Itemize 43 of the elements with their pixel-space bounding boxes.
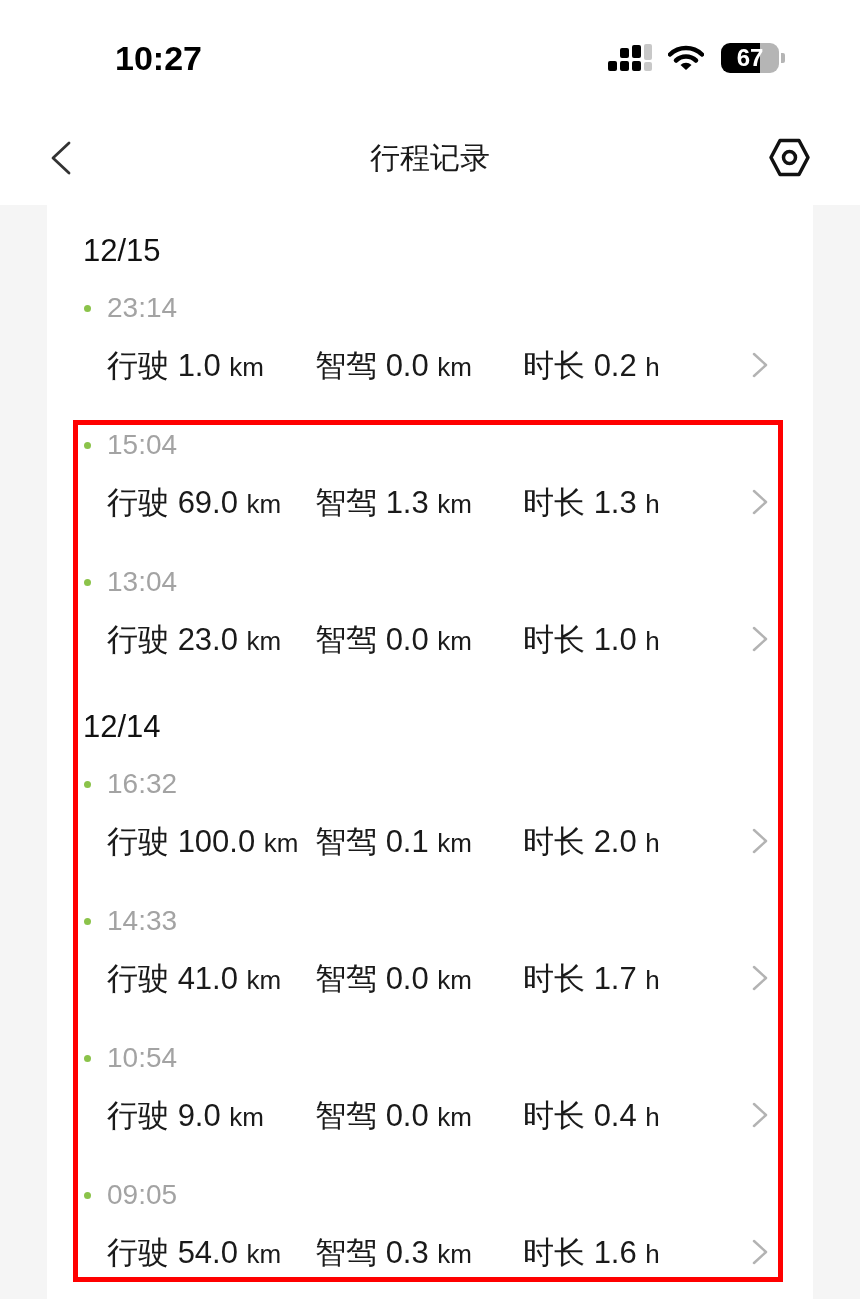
assisted-driving-distance: 智驾 0.0 km xyxy=(315,962,473,994)
trip-duration: 时长 1.0 h xyxy=(523,623,660,655)
settings-icon[interactable] xyxy=(769,138,810,177)
driving-distance: 行驶 54.0 km xyxy=(107,1236,282,1268)
trip-time: 23:14 xyxy=(107,294,178,322)
trip-duration: 时长 1.6 h xyxy=(523,1236,660,1268)
driving-distance: 行驶 41.0 km xyxy=(107,962,282,994)
chevron-right-icon[interactable] xyxy=(752,489,768,515)
chevron-right-icon[interactable] xyxy=(752,1239,768,1265)
status-time: 10:27 xyxy=(115,41,202,75)
signal-icon xyxy=(608,44,653,72)
driving-distance: 行驶 23.0 km xyxy=(107,623,282,655)
trip-time: 13:04 xyxy=(107,568,178,596)
assisted-driving-distance: 智驾 0.0 km xyxy=(315,349,473,381)
chevron-right-icon[interactable] xyxy=(752,626,768,652)
chevron-right-icon[interactable] xyxy=(752,965,768,991)
chevron-right-icon[interactable] xyxy=(752,352,768,378)
driving-distance: 行驶 69.0 km xyxy=(107,486,282,518)
page-title: 行程记录 xyxy=(370,142,490,173)
driving-distance: 行驶 1.0 km xyxy=(107,349,265,381)
trip-duration: 时长 1.7 h xyxy=(523,962,660,994)
assisted-driving-distance: 智驾 0.1 km xyxy=(315,825,473,857)
assisted-driving-distance: 智驾 0.0 km xyxy=(315,1099,473,1131)
trip-time: 15:04 xyxy=(107,431,178,459)
trip-time: 14:33 xyxy=(107,907,178,935)
trip-duration: 时长 2.0 h xyxy=(523,825,660,857)
trip-time: 10:54 xyxy=(107,1044,178,1072)
trip-duration: 时长 0.2 h xyxy=(523,349,660,381)
driving-distance: 行驶 9.0 km xyxy=(107,1099,265,1131)
wifi-icon xyxy=(668,45,704,71)
trip-time: 09:05 xyxy=(107,1181,178,1209)
back-icon[interactable] xyxy=(50,140,72,175)
chevron-right-icon[interactable] xyxy=(752,828,768,854)
chevron-right-icon[interactable] xyxy=(752,1102,768,1128)
assisted-driving-distance: 智驾 0.3 km xyxy=(315,1236,473,1268)
date-heading: 12/14 xyxy=(83,710,161,742)
trip-time: 16:32 xyxy=(107,770,178,798)
trip-duration: 时长 0.4 h xyxy=(523,1099,660,1131)
trip-duration: 时长 1.3 h xyxy=(523,486,660,518)
assisted-driving-distance: 智驾 0.0 km xyxy=(315,623,473,655)
date-heading: 12/15 xyxy=(83,234,161,266)
assisted-driving-distance: 智驾 1.3 km xyxy=(315,486,473,518)
driving-distance: 行驶 100.0 km xyxy=(107,825,299,857)
